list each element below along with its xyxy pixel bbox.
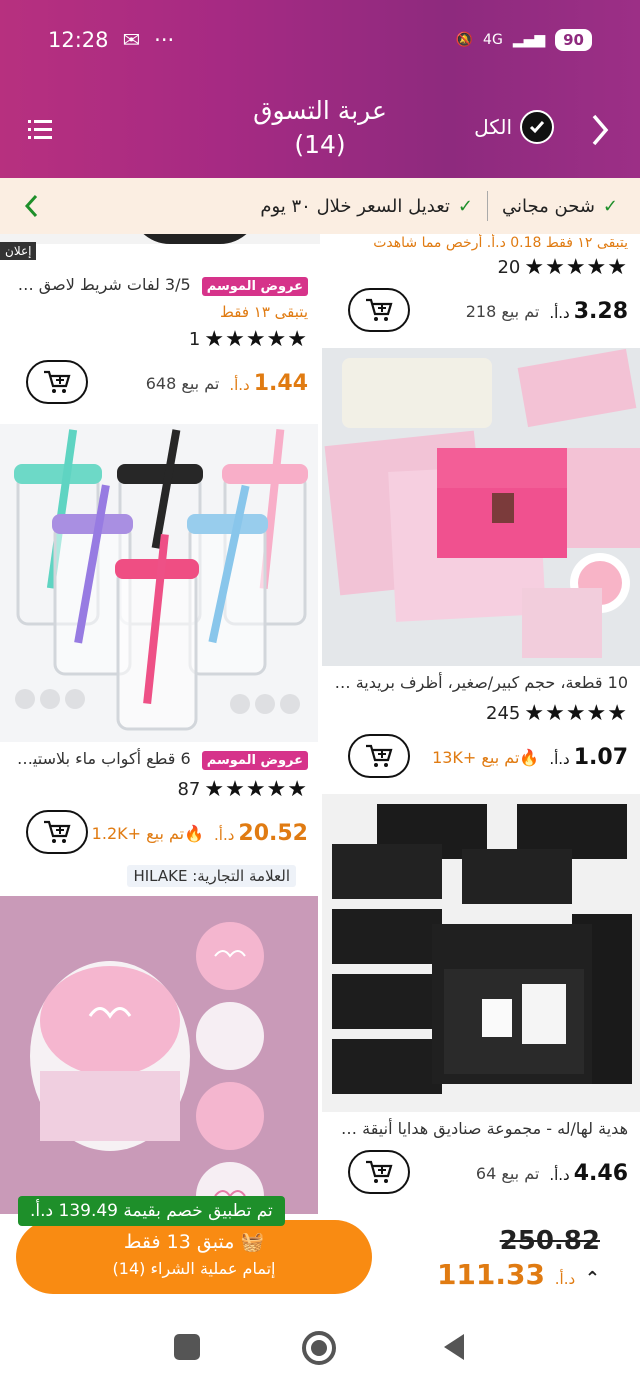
title-text: عربة التسوق (253, 96, 387, 125)
checkout-button[interactable]: متبق 13 فقط 🧺 إتمام عملية الشراء (14) (16, 1220, 372, 1294)
product-column-left: إعلان عروض الموسم 3/5 لفات شريط لاصق ذات… (0, 234, 320, 1214)
free-shipping-benefit: ✓ شحن مجاني (502, 196, 618, 217)
divider (487, 191, 489, 221)
rating-count: 1 (188, 328, 201, 350)
check-icon (520, 110, 554, 144)
chevron-left-icon[interactable] (20, 192, 44, 220)
checkout-bar: متبق 13 فقط 🧺 إتمام عملية الشراء (14) 25… (0, 1214, 640, 1304)
season-sale-tag: عروض الموسم (201, 751, 308, 770)
stock-icon: 🧺 (240, 1231, 265, 1253)
signal-icon: ▂▄▆ (512, 32, 546, 48)
network-label: 4G (483, 32, 503, 48)
product-image (0, 424, 318, 742)
product-price: 1.07د.أ. (549, 744, 628, 770)
chevron-up-icon: ⌃ (584, 1268, 600, 1289)
product-price: 20.52د.أ. (214, 820, 308, 846)
check-icon: ✓ (457, 195, 474, 217)
cart-add-icon (44, 820, 71, 843)
price-drop-note: يتبقى ١٢ فقط 0.18 د.أ. أرخص مما شاهدت (373, 235, 628, 251)
product-rating: ★★★★★ 1 (12, 324, 308, 354)
stock-remaining: يتبقى ١٣ فقط (220, 303, 308, 321)
benefits-strip[interactable]: ✓ شحن مجاني ✓ تعديل السعر خلال ٣٠ يوم (0, 178, 640, 234)
product-title: 3/5 لفات شريط لاصق ذاتي 'ال.. (12, 275, 191, 294)
product-card[interactable]: 10 قطعة، حجم كبير/صغير، أظرف بريدية ع.. … (322, 348, 640, 778)
select-all-label: الكل (474, 115, 512, 139)
product-image[interactable] (0, 896, 318, 1214)
add-to-cart-button[interactable] (348, 1150, 410, 1194)
price-row: 1.07د.أ. 🔥تم بيع +13K (334, 728, 628, 786)
checkout-label: إتمام عملية الشراء (14) (112, 1259, 276, 1278)
check-icon: ✓ (602, 195, 618, 217)
rating-count: 87 (177, 778, 201, 800)
back-nav-icon[interactable] (440, 1332, 466, 1362)
original-total: 250.82 (499, 1226, 600, 1256)
recents-button[interactable] (174, 1334, 200, 1360)
product-name: هدية لها/له - مجموعة صناديق هدايا أنيقة … (334, 1119, 628, 1138)
price-adjust-benefit: ✓ تعديل السعر خلال ٣٠ يوم (260, 196, 473, 217)
more-notifications-icon: ··· (154, 28, 175, 52)
sold-count: تم بيع 218 (465, 301, 540, 321)
product-card[interactable]: إعلان عروض الموسم 3/5 لفات شريط لاصق ذات… (0, 234, 320, 424)
discount-applied-banner: تم تطبيق خصم بقيمة 139.49 د.أ. (18, 1196, 285, 1226)
product-image (322, 794, 640, 1112)
product-name: عروض الموسم 6 قطع أكواب ماء بلاستيكية مل… (12, 744, 308, 774)
home-button[interactable] (302, 1331, 336, 1365)
cart-add-icon (366, 298, 393, 321)
price-adjust-label: تعديل السعر خلال ٣٠ يوم (260, 195, 450, 217)
battery-indicator: 90 (555, 29, 592, 51)
product-rating: ★★★★★ 87 (12, 774, 308, 804)
rating-count: 245 (486, 702, 521, 724)
star-rating-icon: ★★★★★ (204, 326, 308, 352)
product-card[interactable]: عروض الموسم 6 قطع أكواب ماء بلاستيكية مل… (0, 424, 320, 894)
product-card[interactable]: يتبقى ١٢ فقط 0.18 د.أ. أرخص مما شاهدت ★★… (322, 234, 640, 346)
price-row: 20.52د.أ. 🔥تم بيع +1.2K (12, 804, 308, 862)
brand-label: العلامة التجارية: HILAKE (12, 865, 296, 887)
select-all-toggle[interactable]: الكل (474, 110, 554, 144)
star-rating-icon: ★★★★★ (524, 254, 628, 280)
menu-icon[interactable] (26, 114, 56, 144)
product-name: عروض الموسم 3/5 لفات شريط لاصق ذاتي 'ال.… (12, 270, 308, 300)
cart-add-icon (366, 1160, 393, 1183)
product-image (0, 234, 320, 244)
product-price: 4.46د.أ. (549, 1160, 628, 1186)
add-to-cart-button[interactable] (348, 288, 410, 332)
cart-add-icon (44, 370, 71, 393)
product-name: 10 قطعة، حجم كبير/صغير، أظرف بريدية ع.. (334, 673, 628, 692)
product-rating: ★★★★★ 20 (334, 252, 628, 282)
sold-count: تم بيع 64 (475, 1163, 540, 1183)
star-rating-icon: ★★★★★ (204, 776, 308, 802)
sold-count: 🔥تم بيع +1.2K (91, 823, 205, 843)
product-price: 1.44د.أ. (229, 370, 308, 396)
product-image (322, 348, 640, 666)
season-sale-tag: عروض الموسم (201, 277, 308, 296)
sold-count: 🔥تم بيع +13K (432, 747, 540, 767)
product-card[interactable]: هدية لها/له - مجموعة صناديق هدايا أنيقة … (322, 794, 640, 1214)
add-to-cart-button[interactable] (26, 810, 88, 854)
clock: 12:28 (48, 28, 109, 52)
sold-count: تم بيع 648 (145, 373, 220, 393)
page-title: عربة التسوق (14) (200, 94, 440, 162)
product-title: 6 قطع أكواب ماء بلاستيكية مل.. (12, 749, 191, 768)
price-row: 3.28د.أ. تم بيع 218 (334, 282, 628, 340)
free-shipping-label: شحن مجاني (502, 195, 595, 217)
rating-count: 20 (497, 256, 521, 278)
product-column-right: يتبقى ١٢ فقط 0.18 د.أ. أرخص مما شاهدت ★★… (322, 234, 640, 1214)
back-arrow-icon[interactable] (588, 112, 612, 148)
price-row: 1.44د.أ. تم بيع 648 (12, 354, 308, 412)
cart-add-icon (366, 744, 393, 767)
status-bar: 12:28 ✉ ··· 🔕 4G ▂▄▆ 90 (48, 22, 592, 58)
system-nav-bar (0, 1304, 640, 1388)
discounted-total[interactable]: ⌃ د.أ. 111.33 (437, 1258, 600, 1291)
star-rating-icon: ★★★★★ (524, 700, 628, 726)
price-row: 4.46د.أ. تم بيع 64 (334, 1144, 628, 1202)
product-price: 3.28د.أ. (549, 298, 628, 324)
mute-icon: 🔕 (455, 32, 474, 48)
ad-label: إعلان (0, 242, 37, 260)
product-rating: ★★★★★ 245 (334, 698, 628, 728)
cart-count: (14) (294, 130, 346, 159)
app-header: 12:28 ✉ ··· 🔕 4G ▂▄▆ 90 عربة التسوق (14)… (0, 0, 640, 178)
add-to-cart-button[interactable] (348, 734, 410, 778)
messenger-icon: ✉ (122, 28, 141, 52)
add-to-cart-button[interactable] (26, 360, 88, 404)
